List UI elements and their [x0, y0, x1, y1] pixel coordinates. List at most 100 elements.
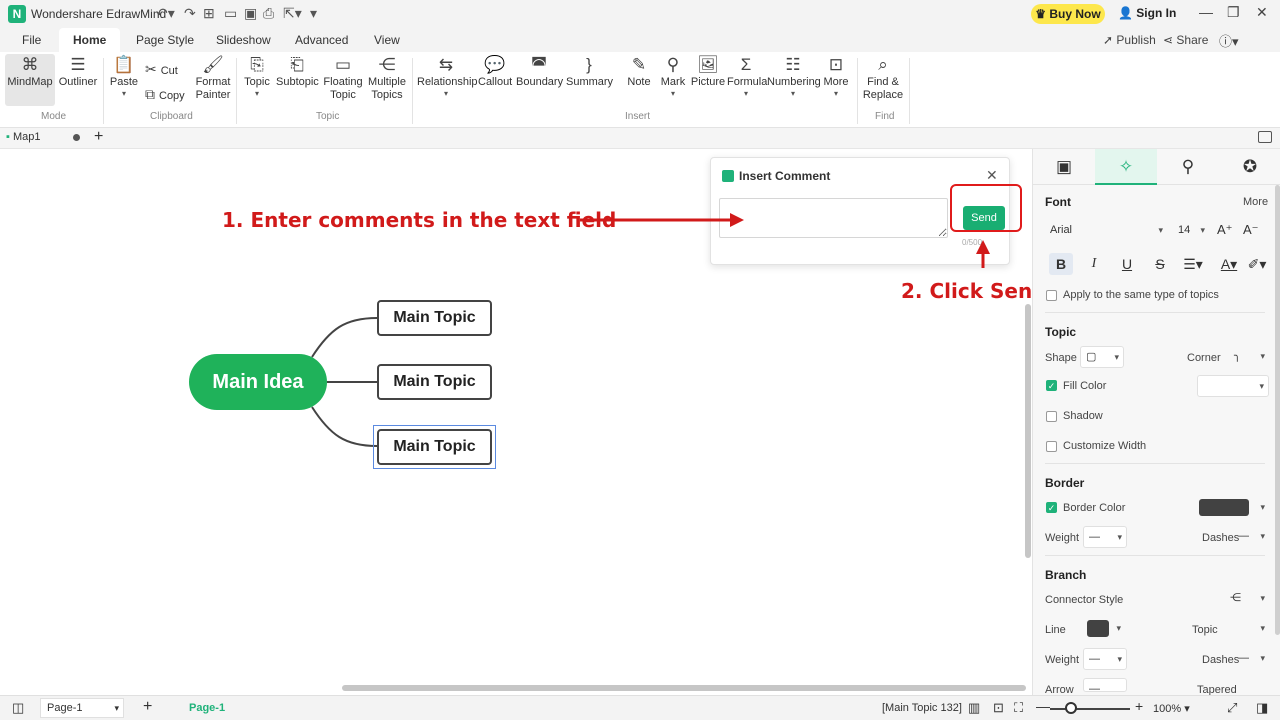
- sign-in-button[interactable]: 👤 Sign In: [1118, 6, 1176, 20]
- shape-select[interactable]: ▢ ▾: [1080, 346, 1124, 368]
- border-weight-select[interactable]: — ▾: [1083, 526, 1127, 548]
- zoom-level-select[interactable]: 100% ▾: [1153, 702, 1190, 715]
- panel-tab-style[interactable]: ✧: [1095, 149, 1157, 185]
- floating-topic-button[interactable]: ▭ Floating Topic: [322, 54, 364, 102]
- multiple-topics-button[interactable]: ⋲ Multiple Topics: [366, 54, 408, 102]
- strikethrough-icon[interactable]: S: [1148, 253, 1172, 275]
- main-topic-node[interactable]: Main Topic: [377, 300, 492, 336]
- mindmap-mode-button[interactable]: ⌘ MindMap: [5, 54, 55, 106]
- font-color-icon[interactable]: A▾: [1217, 253, 1241, 275]
- callout-button[interactable]: 💬 Callout: [478, 54, 512, 88]
- relationship-button[interactable]: ⇆ Relationship ▾: [417, 54, 478, 98]
- restore-icon[interactable]: ❐: [1227, 4, 1240, 21]
- panel-toggle-icon[interactable]: [1258, 131, 1272, 143]
- zoom-slider-track[interactable]: [1050, 708, 1130, 710]
- picture-button[interactable]: 🖼 Picture: [690, 54, 726, 88]
- tab-page-style[interactable]: Page Style: [136, 33, 194, 47]
- border-dashes-select[interactable]: — ▾: [1233, 526, 1269, 548]
- shadow-checkbox[interactable]: [1046, 411, 1057, 422]
- book-view-icon[interactable]: ▥: [968, 700, 980, 716]
- highlight-icon[interactable]: ✐▾: [1245, 253, 1269, 275]
- zoom-slider-thumb[interactable]: [1065, 702, 1077, 714]
- help-icon[interactable]: ⓘ▾: [1219, 31, 1239, 50]
- boundary-button[interactable]: ◚ Boundary: [516, 54, 563, 88]
- border-color-checkbox[interactable]: ✓: [1046, 502, 1057, 513]
- format-painter-button[interactable]: 🖌 Format Painter: [194, 54, 232, 102]
- print-icon[interactable]: ⎙: [263, 5, 274, 22]
- undo-icon[interactable]: ↶▾: [156, 5, 175, 22]
- panel-tab-format[interactable]: ▣: [1033, 149, 1095, 185]
- topic-connect-select[interactable]: ▾: [1225, 618, 1269, 640]
- collapse-panel-icon[interactable]: ◨: [1256, 700, 1268, 716]
- add-page-icon[interactable]: +: [143, 698, 152, 716]
- align-icon[interactable]: ☰▾: [1181, 253, 1205, 275]
- page-tab-active[interactable]: Page-1: [189, 702, 225, 714]
- numbering-button[interactable]: ☷ Numbering ▾: [767, 54, 821, 98]
- open-folder-icon[interactable]: ▭: [224, 5, 237, 22]
- buy-now-button[interactable]: ♛ Buy Now: [1031, 4, 1105, 24]
- increase-font-icon[interactable]: A⁺: [1217, 222, 1233, 238]
- subtopic-button[interactable]: ⎗ Subtopic: [276, 54, 319, 88]
- line-color-select[interactable]: ▾: [1085, 618, 1125, 640]
- customize-width-checkbox[interactable]: [1046, 441, 1057, 452]
- fill-color-checkbox[interactable]: ✓: [1046, 380, 1057, 391]
- connector-style-select[interactable]: ⋲ ▾: [1225, 588, 1269, 610]
- fit-page-icon[interactable]: ⊡: [993, 700, 1004, 716]
- share-button[interactable]: ⋖ Share: [1163, 33, 1208, 47]
- publish-button[interactable]: ➚ Publish: [1103, 33, 1156, 47]
- comment-text-field[interactable]: [719, 198, 948, 238]
- apply-same-checkbox[interactable]: [1046, 290, 1057, 301]
- panel-tab-theme[interactable]: ✪: [1219, 149, 1280, 185]
- new-file-icon[interactable]: ⊞: [203, 5, 215, 22]
- branch-weight-select[interactable]: — ▾: [1083, 648, 1127, 670]
- close-icon[interactable]: ✕: [986, 167, 998, 184]
- page-select[interactable]: Page-1 ▾: [40, 698, 124, 718]
- expand-icon[interactable]: ⤢: [1227, 700, 1237, 716]
- formula-button[interactable]: Σ Formula ▾: [727, 54, 767, 98]
- paste-button[interactable]: 📋 Paste ▾: [108, 54, 140, 98]
- font-family-select[interactable]: Arial ▾: [1045, 220, 1167, 242]
- copy-button[interactable]: ⧉ Copy: [145, 86, 185, 103]
- cut-button[interactable]: ✂ Cut: [145, 61, 178, 78]
- redo-icon[interactable]: ↷: [184, 5, 196, 22]
- close-window-icon[interactable]: ✕: [1256, 4, 1268, 21]
- mark-button[interactable]: ⚲ Mark ▾: [658, 54, 688, 98]
- zoom-out-icon[interactable]: —: [1036, 698, 1050, 714]
- save-icon[interactable]: ▣: [244, 5, 257, 22]
- font-size-select[interactable]: 14 ▾: [1173, 220, 1209, 242]
- bold-icon[interactable]: B: [1049, 253, 1073, 275]
- underline-icon[interactable]: U: [1115, 253, 1139, 275]
- corner-select[interactable]: ╮ ▾: [1229, 346, 1269, 368]
- tab-slideshow[interactable]: Slideshow: [216, 33, 271, 47]
- fullscreen-icon[interactable]: ⛶: [1014, 700, 1023, 716]
- fill-color-select[interactable]: ▾: [1197, 375, 1269, 397]
- tab-file[interactable]: File: [22, 33, 41, 47]
- outliner-mode-button[interactable]: ☰ Outliner: [58, 54, 98, 88]
- branch-dashes-select[interactable]: — ▾: [1233, 648, 1269, 670]
- tab-view[interactable]: View: [374, 33, 400, 47]
- topic-button[interactable]: ⎘ Topic ▾: [242, 54, 272, 98]
- italic-icon[interactable]: I: [1082, 253, 1106, 275]
- document-tab-map1[interactable]: ▪ Map1: [6, 131, 86, 143]
- add-tab-icon[interactable]: +: [94, 128, 103, 146]
- more-font-link[interactable]: More: [1243, 196, 1268, 208]
- main-idea-node[interactable]: Main Idea: [189, 354, 327, 410]
- more-button[interactable]: ⊡ More ▾: [821, 54, 851, 98]
- summary-button[interactable]: } Summary: [566, 54, 613, 88]
- horizontal-scrollbar[interactable]: [342, 685, 1026, 691]
- customize-toolbar-icon[interactable]: ▾: [310, 5, 317, 22]
- tab-advanced[interactable]: Advanced: [295, 33, 348, 47]
- note-button[interactable]: ✎ Note: [624, 54, 654, 88]
- export-icon[interactable]: ⇱▾: [283, 5, 302, 22]
- zoom-in-icon[interactable]: +: [1135, 698, 1143, 714]
- panel-scrollbar[interactable]: [1275, 185, 1280, 635]
- find-replace-button[interactable]: ⌕ Find & Replace: [862, 54, 904, 102]
- border-color-select[interactable]: ▾: [1197, 497, 1269, 519]
- decrease-font-icon[interactable]: A⁻: [1243, 222, 1259, 238]
- main-topic-node[interactable]: Main Topic: [377, 364, 492, 400]
- page-panel-icon[interactable]: ◫: [12, 700, 24, 716]
- tab-home[interactable]: Home: [59, 28, 121, 52]
- minimize-icon[interactable]: —: [1199, 4, 1213, 20]
- vertical-scrollbar[interactable]: [1025, 304, 1031, 558]
- panel-tab-mark[interactable]: ⚲: [1157, 149, 1219, 185]
